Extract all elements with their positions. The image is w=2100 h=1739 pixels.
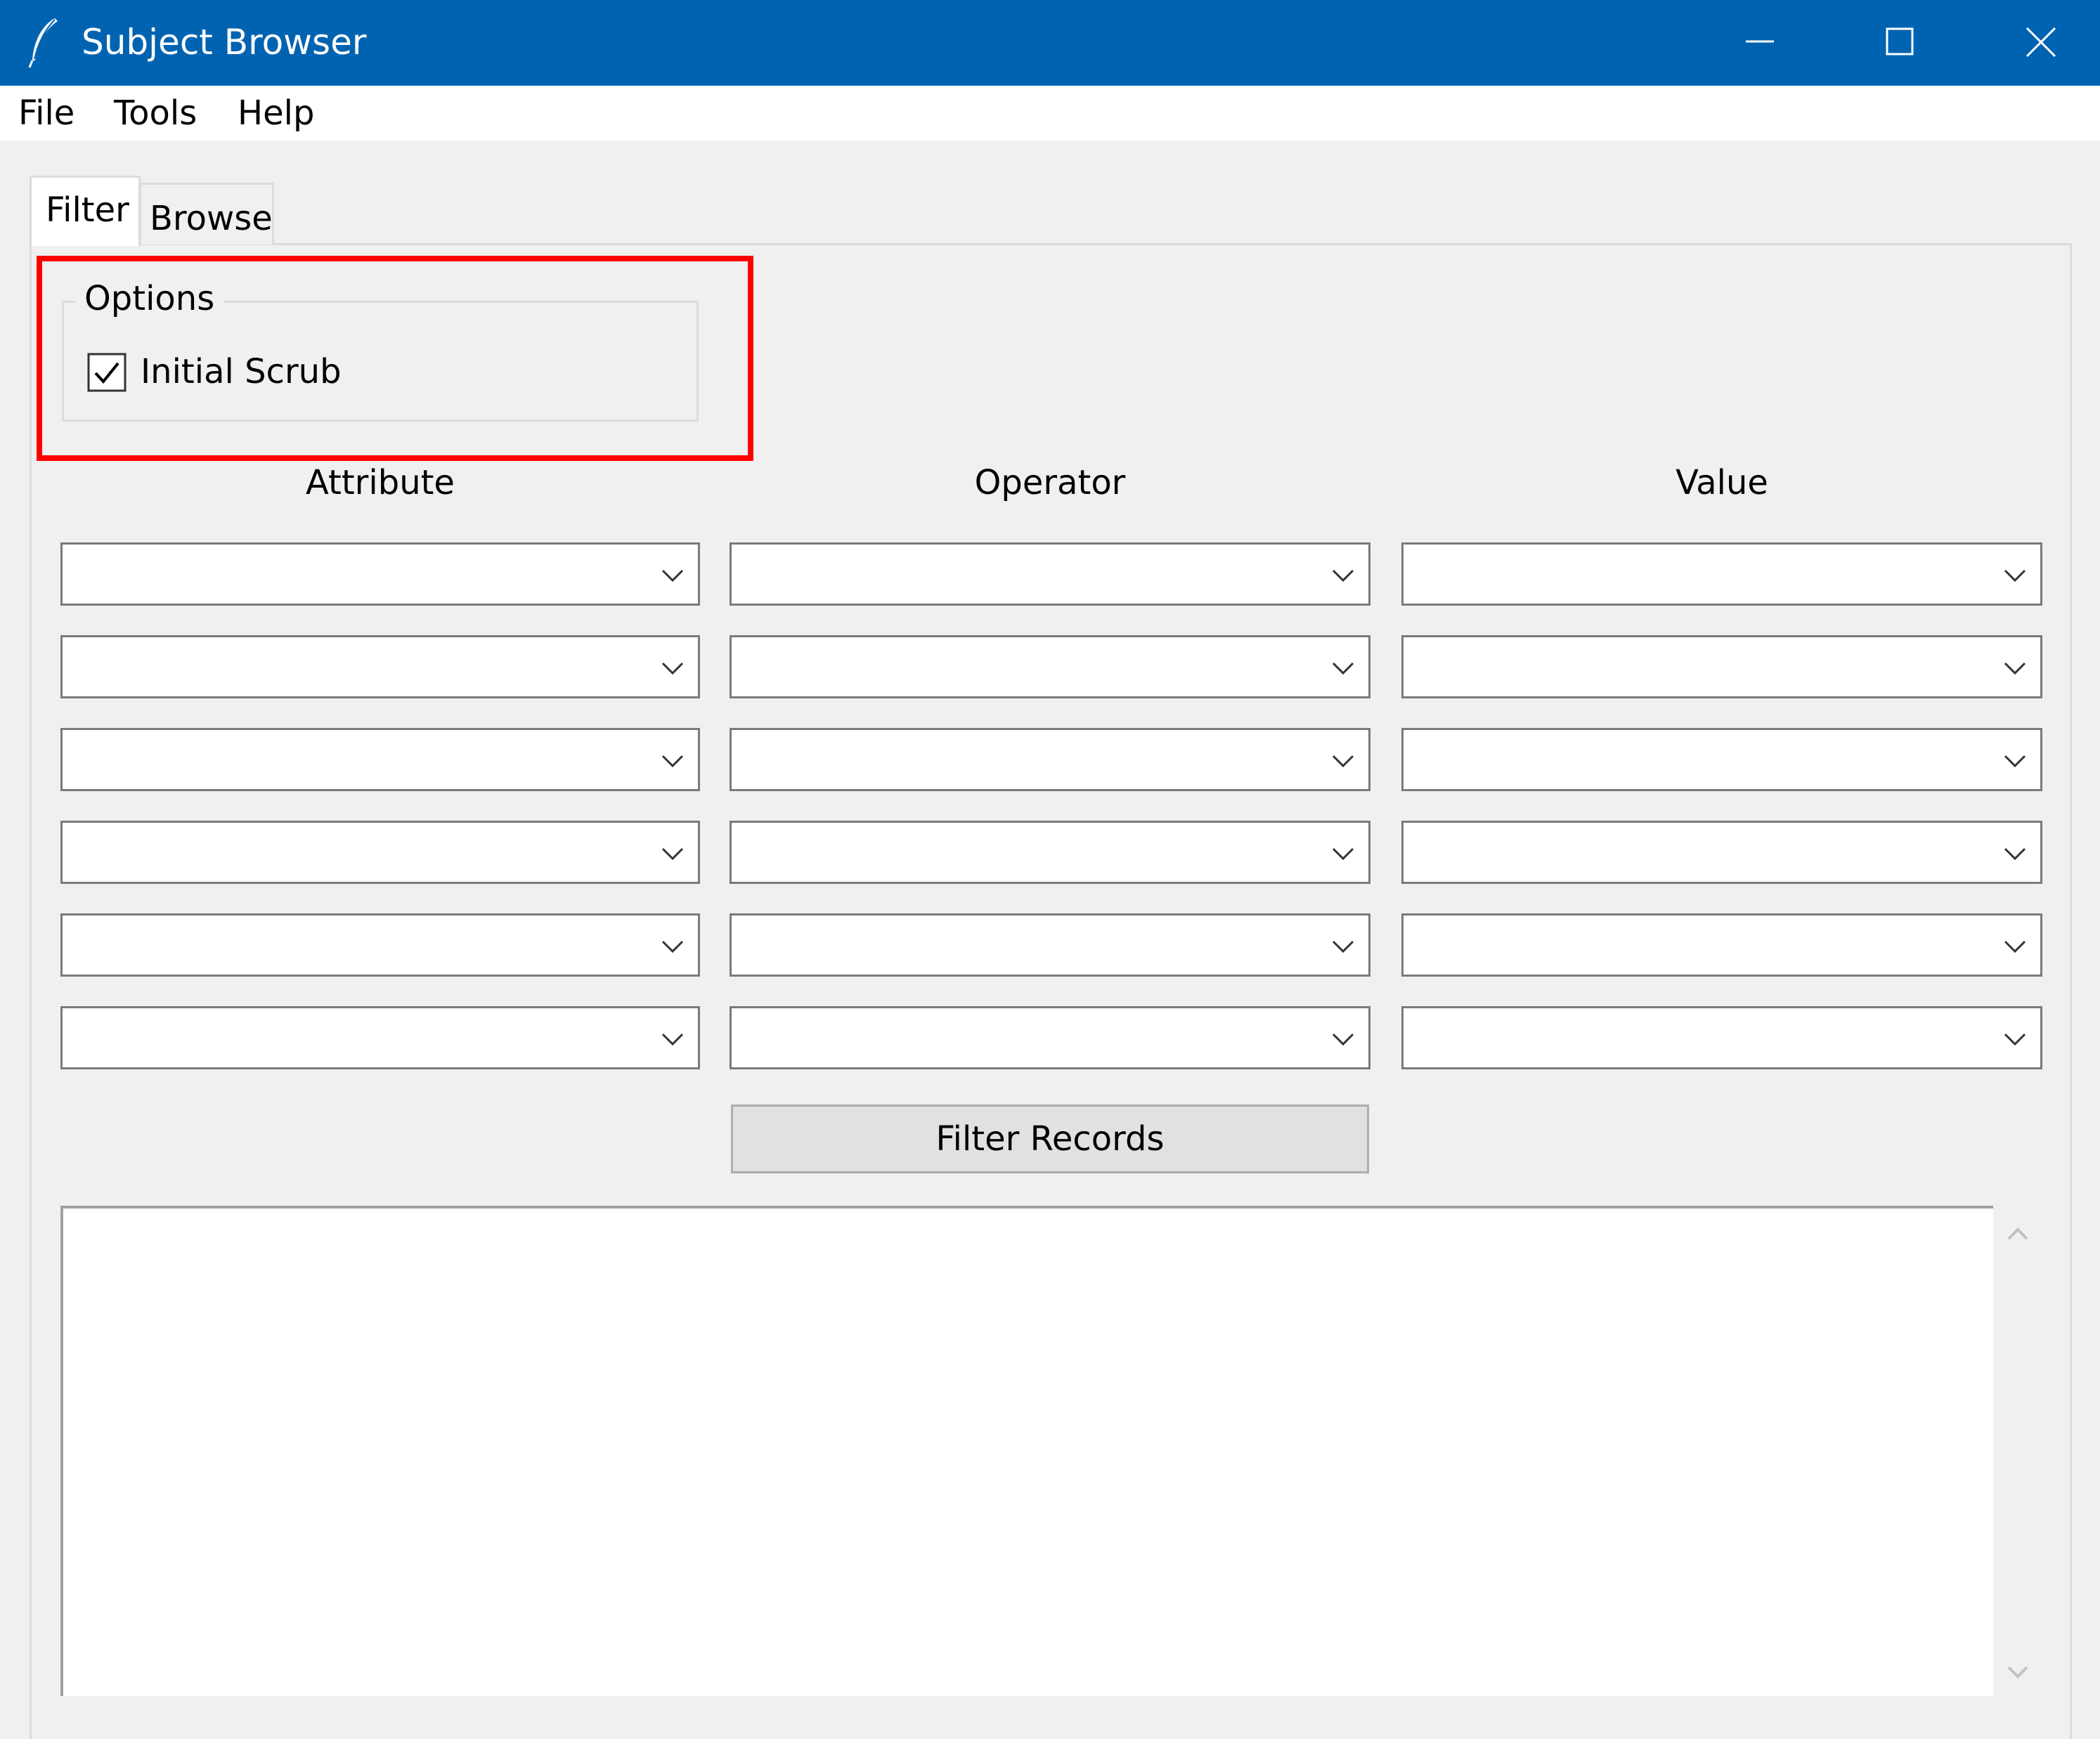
operator-dropdown[interactable] <box>730 542 1370 606</box>
value-dropdown[interactable] <box>1401 542 2042 606</box>
chevron-down-icon[interactable] <box>1329 840 1357 868</box>
operator-dropdown[interactable] <box>730 913 1370 977</box>
chevron-down-icon[interactable] <box>2001 561 2029 590</box>
chevron-down-icon[interactable] <box>1329 654 1357 682</box>
chevron-down-icon[interactable] <box>2001 747 2029 775</box>
minimize-button[interactable] <box>1690 0 1830 86</box>
attribute-dropdown[interactable] <box>60 542 700 606</box>
menu-file[interactable]: File <box>11 86 82 141</box>
operator-dropdown[interactable] <box>730 1006 1370 1069</box>
scroll-up-icon[interactable] <box>2002 1220 2034 1248</box>
maximize-button[interactable] <box>1830 0 1971 86</box>
value-dropdown[interactable] <box>1401 913 2042 977</box>
close-icon <box>2026 27 2056 58</box>
attribute-dropdown[interactable] <box>60 1006 700 1069</box>
highlight-box <box>37 256 753 461</box>
chevron-down-icon[interactable] <box>1329 1025 1357 1053</box>
value-dropdown[interactable] <box>1401 821 2042 884</box>
operator-dropdown[interactable] <box>730 635 1370 698</box>
menu-bar: File Tools Help <box>0 86 2100 141</box>
chevron-down-icon[interactable] <box>2001 932 2029 960</box>
chevron-down-icon[interactable] <box>1329 561 1357 590</box>
window-title: Subject Browser <box>82 22 367 63</box>
tab-filter[interactable]: Filter <box>30 176 141 246</box>
chevron-down-icon[interactable] <box>1329 747 1357 775</box>
operator-dropdown[interactable] <box>730 728 1370 791</box>
attribute-column-header: Attribute <box>306 463 455 502</box>
results-scrollbar[interactable] <box>1993 1206 2042 1696</box>
value-column-header: Value <box>1676 463 1768 502</box>
chevron-down-icon[interactable] <box>1329 932 1357 960</box>
chevron-down-icon[interactable] <box>659 747 687 775</box>
minimize-icon <box>1746 40 1774 43</box>
operator-column-header: Operator <box>974 463 1126 502</box>
chevron-down-icon[interactable] <box>659 932 687 960</box>
operator-dropdown[interactable] <box>730 821 1370 884</box>
chevron-down-icon[interactable] <box>659 840 687 868</box>
attribute-dropdown[interactable] <box>60 728 700 791</box>
tab-browse[interactable]: Browse <box>139 183 274 245</box>
chevron-down-icon[interactable] <box>2001 654 2029 682</box>
feather-icon <box>28 18 58 68</box>
maximize-icon <box>1886 27 1914 56</box>
value-dropdown[interactable] <box>1401 728 2042 791</box>
attribute-dropdown[interactable] <box>60 913 700 977</box>
value-dropdown[interactable] <box>1401 635 2042 698</box>
results-text-area[interactable] <box>60 1206 1993 1696</box>
chevron-down-icon[interactable] <box>659 561 687 590</box>
filter-records-button[interactable]: Filter Records <box>731 1105 1369 1173</box>
close-button[interactable] <box>1971 0 2100 86</box>
scroll-down-icon[interactable] <box>2002 1658 2034 1686</box>
chevron-down-icon[interactable] <box>659 1025 687 1053</box>
value-dropdown[interactable] <box>1401 1006 2042 1069</box>
attribute-dropdown[interactable] <box>60 635 700 698</box>
menu-tools[interactable]: Tools <box>107 86 204 141</box>
chevron-down-icon[interactable] <box>2001 840 2029 868</box>
menu-help[interactable]: Help <box>231 86 321 141</box>
attribute-dropdown[interactable] <box>60 821 700 884</box>
chevron-down-icon[interactable] <box>2001 1025 2029 1053</box>
title-bar[interactable]: Subject Browser <box>0 0 2100 86</box>
chevron-down-icon[interactable] <box>659 654 687 682</box>
